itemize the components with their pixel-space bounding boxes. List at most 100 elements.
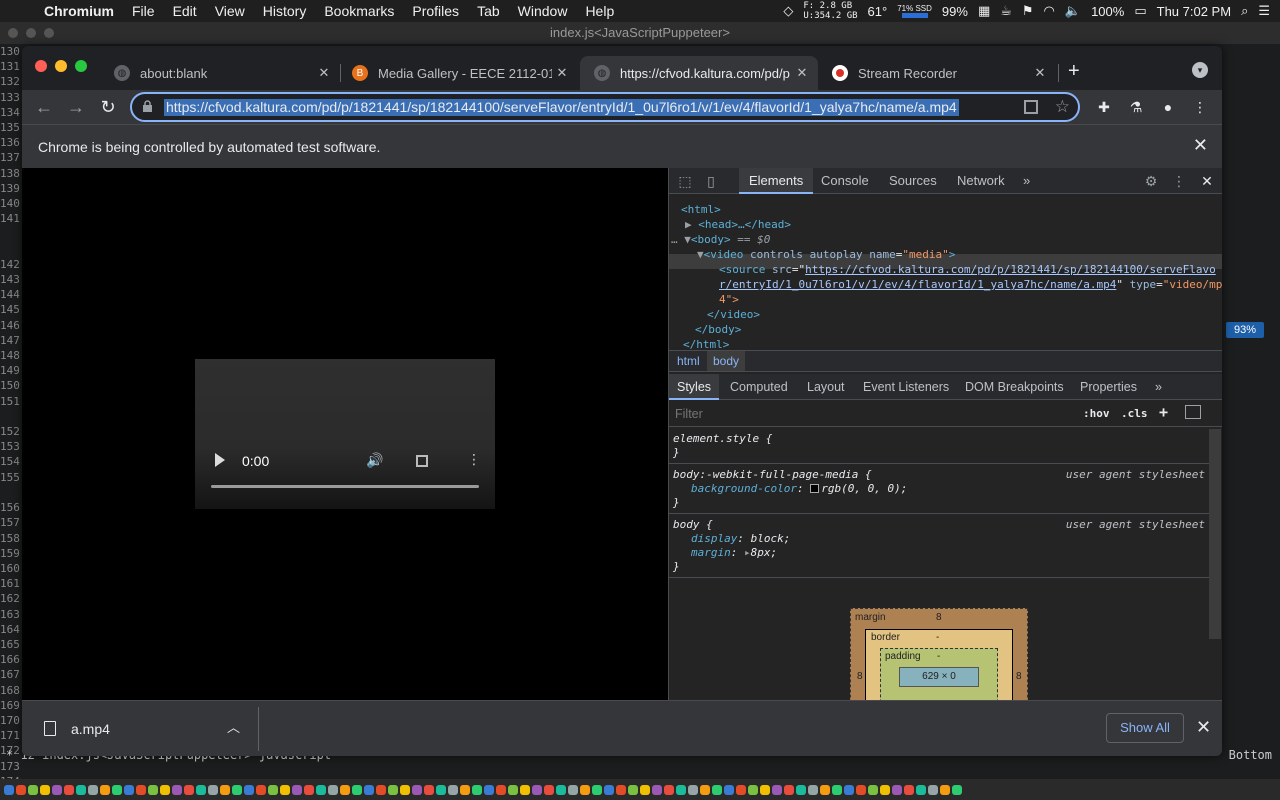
tab-close-icon[interactable]: ✕ <box>552 65 572 81</box>
dock-app-icon[interactable] <box>4 784 14 795</box>
menu-edit[interactable]: Edit <box>164 3 206 19</box>
css-property[interactable]: margin: ▸8px; <box>673 546 1205 560</box>
rule-body[interactable]: body { user agent stylesheet display: bl… <box>669 514 1209 578</box>
dock-app-icon[interactable] <box>328 784 338 795</box>
dock-app-icon[interactable] <box>40 784 50 795</box>
dock-app-icon[interactable] <box>628 784 638 795</box>
chevron-up-icon[interactable]: ︿ <box>227 717 240 736</box>
dock-app-icon[interactable] <box>160 784 170 795</box>
dock-app-icon[interactable] <box>88 784 98 795</box>
dock-app-icon[interactable] <box>340 784 350 795</box>
dock-app-icon[interactable] <box>64 784 74 795</box>
src-link-2[interactable]: r/entryId/1_0u7l6ro1/v/1/ev/4/flavorId/1… <box>719 278 1116 291</box>
devtools-tab-network[interactable]: Network <box>957 168 1005 194</box>
dock-app-icon[interactable] <box>616 784 626 795</box>
toggle-sidebar-icon[interactable] <box>1185 405 1201 419</box>
box-model-margin[interactable]: margin 8 8 8 border - padding - 629 × 0 <box>850 608 1028 700</box>
extensions-puzzle-icon[interactable]: ✚ <box>1094 97 1114 117</box>
menu-profiles[interactable]: Profiles <box>403 3 468 19</box>
list-icon[interactable]: ☰ <box>1258 3 1270 19</box>
dock-app-icon[interactable] <box>364 784 374 795</box>
expand-triangle-icon[interactable]: ▸ <box>744 546 751 559</box>
dock-app-icon[interactable] <box>664 784 674 795</box>
dock-app-icon[interactable] <box>544 784 554 795</box>
dom-node-body[interactable]: … ▼<body> == $0 <box>671 232 770 247</box>
back-arrow-icon[interactable]: ← <box>32 95 56 119</box>
dock-app-icon[interactable] <box>772 784 782 795</box>
show-all-button[interactable]: Show All <box>1106 713 1184 743</box>
collapse-arrow-icon[interactable]: ▼ <box>684 233 691 246</box>
dock-app-icon[interactable] <box>580 784 590 795</box>
download-filename[interactable]: a.mp4 <box>71 721 110 737</box>
diamond-icon[interactable]: ◇ <box>783 3 793 19</box>
dock-app-icon[interactable] <box>196 784 206 795</box>
dock-app-icon[interactable] <box>244 784 254 795</box>
dock-app-icon[interactable] <box>688 784 698 795</box>
dock-app-icon[interactable] <box>28 784 38 795</box>
dock-app-icon[interactable] <box>412 784 422 795</box>
tab-search-chevron-icon[interactable]: ▾ <box>1192 62 1208 78</box>
settings-gear-icon[interactable]: ⚙ <box>1143 173 1159 189</box>
device-toolbar-icon[interactable]: ▯ <box>703 173 719 189</box>
inspect-element-icon[interactable]: ⬚ <box>677 173 693 189</box>
src-link-1[interactable]: https://cfvod.kaltura.com/pd/p/1821441/s… <box>805 263 1216 276</box>
tab-close-icon[interactable]: ✕ <box>792 65 812 81</box>
search-icon[interactable]: ⌕ <box>1241 3 1248 19</box>
dock-app-icon[interactable] <box>148 784 158 795</box>
dock-app-icon[interactable] <box>892 784 902 795</box>
dock-app-icon[interactable] <box>256 784 266 795</box>
box-model-content[interactable]: 629 × 0 <box>899 667 979 687</box>
dock-app-icon[interactable] <box>172 784 182 795</box>
wifi-icon[interactable]: ◠ <box>1044 3 1055 19</box>
dock-app-icon[interactable] <box>352 784 362 795</box>
play-icon[interactable] <box>215 453 225 467</box>
address-bar[interactable]: https://cfvod.kaltura.com/pd/p/1821441/s… <box>130 92 1080 122</box>
dock-app-icon[interactable] <box>640 784 650 795</box>
menu-app-name[interactable]: Chromium <box>36 3 123 19</box>
dom-node-source[interactable]: <source src="https://cfvod.kaltura.com/p… <box>719 262 1216 277</box>
box-model-padding[interactable]: padding - 629 × 0 <box>880 648 998 700</box>
dock-app-icon[interactable] <box>760 784 770 795</box>
box-model-border[interactable]: border - padding - 629 × 0 <box>865 629 1013 700</box>
dock-app-icon[interactable] <box>820 784 830 795</box>
dock-app-icon[interactable] <box>796 784 806 795</box>
new-tab-plus-icon[interactable]: + <box>1068 60 1080 83</box>
breadcrumb-html[interactable]: html <box>671 351 706 371</box>
fullscreen-icon[interactable] <box>416 455 428 467</box>
ssd-usage[interactable]: 71% SSD <box>897 4 932 18</box>
subtab-styles[interactable]: Styles <box>669 374 720 400</box>
dock-app-icon[interactable] <box>508 784 518 795</box>
menu-view[interactable]: View <box>206 3 254 19</box>
dock-app-icon[interactable] <box>76 784 86 795</box>
dock-app-icon[interactable] <box>220 784 230 795</box>
subtab-more[interactable]: » <box>1155 374 1162 400</box>
dock-app-icon[interactable] <box>16 784 26 795</box>
dock-app-icon[interactable] <box>784 784 794 795</box>
dock-app-icon[interactable] <box>856 784 866 795</box>
dock-app-icon[interactable] <box>520 784 530 795</box>
dom-node-body-close[interactable]: </body> <box>695 322 741 337</box>
video-progress-bar[interactable] <box>211 485 479 488</box>
cpu-temp[interactable]: 61° <box>868 4 888 19</box>
dock-app-icon[interactable] <box>472 784 482 795</box>
subtab-layout[interactable]: Layout <box>807 374 845 400</box>
volume-icon[interactable]: 🔈 <box>1065 3 1081 19</box>
video-player[interactable]: 0:00 🔊 ⋮ <box>195 359 495 509</box>
menu-tab[interactable]: Tab <box>468 3 509 19</box>
terminal-min-dot[interactable] <box>26 28 36 38</box>
devtools-tab-sources[interactable]: Sources <box>889 168 937 194</box>
menu-window[interactable]: Window <box>509 3 577 19</box>
devtools-menu-icon[interactable]: ⋮ <box>1171 173 1187 189</box>
dock-app-icon[interactable] <box>388 784 398 795</box>
menu-file[interactable]: File <box>123 3 164 19</box>
dock-app-icon[interactable] <box>916 784 926 795</box>
breadcrumb-body[interactable]: body <box>707 351 746 371</box>
dock-app-icon[interactable] <box>940 784 950 795</box>
battery-percent[interactable]: 100% <box>1091 4 1124 19</box>
dock-app-icon[interactable] <box>208 784 218 795</box>
expand-arrow-icon[interactable]: ▶ <box>685 218 698 231</box>
dock-app-icon[interactable] <box>436 784 446 795</box>
forward-arrow-icon[interactable]: → <box>64 95 88 119</box>
dock-app-icon[interactable] <box>400 784 410 795</box>
window-close-button[interactable] <box>35 60 47 72</box>
